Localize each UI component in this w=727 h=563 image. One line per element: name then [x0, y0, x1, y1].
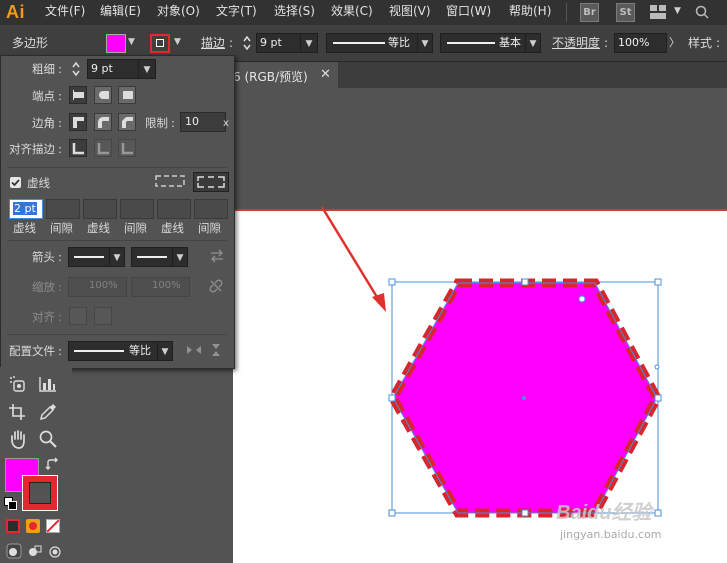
projecting-cap-button[interactable]: [118, 86, 136, 104]
end-arrowhead-dropdown[interactable]: ▼: [172, 247, 188, 267]
panel-divider: [7, 334, 227, 335]
colon-label: :: [58, 142, 62, 156]
gradient-mode-button[interactable]: [26, 519, 40, 533]
annotation-arrow-line: [320, 206, 382, 303]
dash-2-field[interactable]: [83, 199, 117, 219]
colon-label: :: [58, 250, 62, 264]
annotation-arrowhead: [372, 293, 386, 312]
arrow-tip-beyond-button[interactable]: [69, 307, 87, 325]
dash-align-corners-icon[interactable]: [193, 172, 229, 192]
eyedropper-icon[interactable]: [38, 403, 58, 421]
weight-input[interactable]: 9 pt: [87, 59, 142, 79]
default-colors-icon[interactable]: [4, 497, 17, 510]
hand-tool-icon[interactable]: [8, 429, 28, 449]
arrow-align-label: 对齐: [32, 310, 55, 324]
baidu-watermark: Baidu经验: [556, 502, 652, 524]
gap-3-label: 间隙: [198, 221, 221, 235]
gap-2-label: 间隙: [124, 221, 147, 235]
miter-join-button[interactable]: [69, 113, 87, 131]
start-arrowhead-select[interactable]: [68, 247, 110, 267]
colon-label: :: [58, 280, 62, 294]
arrow-tip-at-end-button[interactable]: [94, 307, 112, 325]
colon-label: :: [58, 62, 62, 76]
dash-2-label: 虚线: [87, 221, 110, 235]
gap-1-label: 间隙: [50, 221, 73, 235]
artboard-tool-icon[interactable]: [8, 403, 28, 421]
gap-3-field[interactable]: [194, 199, 228, 219]
toolbox: [0, 367, 72, 563]
flip-across-icon[interactable]: [209, 343, 223, 357]
start-arrowhead-dropdown[interactable]: ▼: [109, 247, 125, 267]
limit-unit: x: [223, 118, 229, 129]
end-scale-input[interactable]: 100%: [131, 277, 190, 297]
stroke-color-box[interactable]: [22, 475, 58, 511]
weight-dropdown[interactable]: ▼: [138, 59, 156, 79]
colon-label: :: [58, 344, 62, 358]
dash-3-field[interactable]: [157, 199, 191, 219]
start-scale-input[interactable]: 100%: [68, 277, 127, 297]
width-profile-select[interactable]: 等比: [68, 341, 158, 361]
colon-label: :: [58, 310, 62, 324]
miter-limit-input[interactable]: 10: [180, 112, 226, 132]
side-widget: [654, 364, 660, 370]
colon-label: :: [58, 116, 62, 130]
dash-1-field[interactable]: 2 pt: [9, 199, 43, 219]
bevel-join-button[interactable]: [118, 113, 136, 131]
stroke-panel: 粗细 : 9 pt ▼ 端点 : 边角 : 限制 : 10 x 对齐描边 : 虚…: [0, 55, 235, 369]
color-mode-button[interactable]: [6, 519, 20, 533]
draw-inside-icon[interactable]: [48, 543, 64, 559]
column-graph-icon[interactable]: [38, 375, 58, 393]
corner-label: 边角: [32, 116, 55, 130]
align-inside-button[interactable]: [94, 139, 112, 157]
dashed-checkbox[interactable]: [10, 177, 21, 188]
dashed-label: 虚线: [27, 176, 50, 190]
colon-label: :: [171, 116, 175, 130]
align-stroke-label: 对齐描边: [9, 142, 55, 156]
scale-label: 缩放: [32, 280, 55, 294]
butt-cap-button[interactable]: [69, 86, 87, 104]
width-profile-dropdown[interactable]: ▼: [157, 341, 173, 361]
zoom-tool-icon[interactable]: [38, 429, 58, 449]
round-join-button[interactable]: [94, 113, 112, 131]
dash-preserve-icon[interactable]: [153, 172, 187, 190]
dash-3-label: 虚线: [161, 221, 184, 235]
gap-2-field[interactable]: [120, 199, 154, 219]
limit-label: 限制: [145, 116, 168, 130]
colon-label: :: [58, 89, 62, 103]
gap-1-field[interactable]: [46, 199, 80, 219]
draw-behind-icon[interactable]: [27, 543, 43, 559]
align-outside-button[interactable]: [118, 139, 136, 157]
end-arrowhead-select[interactable]: [131, 247, 173, 267]
weight-stepper-icon[interactable]: [71, 60, 81, 78]
weight-label: 粗细: [32, 62, 55, 76]
dash-1-label: 虚线: [13, 221, 36, 235]
round-cap-button[interactable]: [94, 86, 112, 104]
corner-widget: [578, 295, 586, 303]
swap-fill-stroke-icon[interactable]: [45, 457, 61, 473]
baidu-watermark-url: jingyan.baidu.com: [560, 528, 662, 541]
swap-arrowheads-icon[interactable]: [209, 249, 225, 263]
symbol-sprayer-icon[interactable]: [8, 375, 28, 393]
arrowhead-label: 箭头: [32, 250, 55, 264]
align-center-button[interactable]: [69, 139, 87, 157]
cap-label: 端点: [32, 89, 55, 103]
profile-label: 配置文件: [9, 344, 55, 358]
panel-divider: [7, 167, 227, 168]
center-point: [522, 396, 526, 400]
draw-normal-icon[interactable]: [6, 543, 22, 559]
link-scale-icon[interactable]: [208, 278, 224, 294]
none-mode-button[interactable]: [46, 519, 60, 533]
panel-divider: [7, 240, 227, 241]
flip-along-icon[interactable]: [186, 343, 202, 357]
